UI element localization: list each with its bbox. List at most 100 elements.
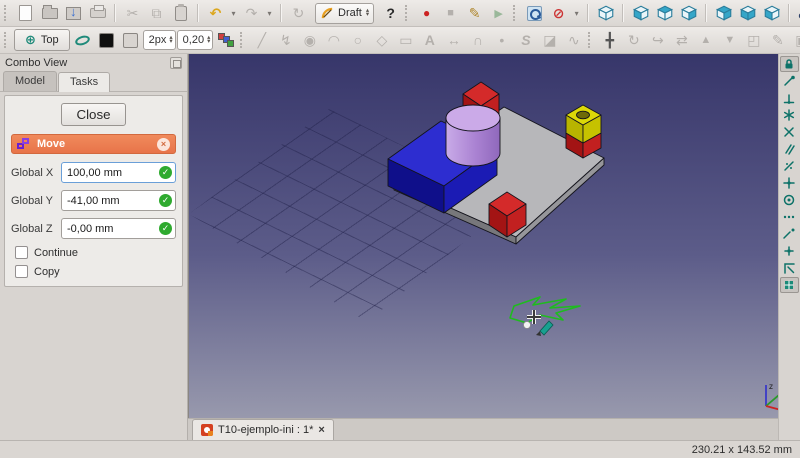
- purple-cylinder[interactable]: [445, 104, 501, 167]
- draft-move-button[interactable]: ╋: [598, 29, 621, 51]
- face-color-swatch[interactable]: [119, 29, 142, 51]
- view-left-button[interactable]: [760, 2, 783, 24]
- draft-offset-button[interactable]: ↪: [646, 29, 669, 51]
- workbench-selector[interactable]: Draft ▴ ▾: [315, 2, 375, 24]
- snap-endpoint-button[interactable]: [780, 73, 799, 89]
- toolbar-grip[interactable]: [513, 5, 518, 21]
- draft-downgrade-button[interactable]: ▼: [718, 29, 741, 51]
- snap-workingplane-button[interactable]: [780, 260, 799, 276]
- task-header-close-icon[interactable]: ×: [157, 137, 170, 151]
- view-bottom-button[interactable]: [736, 2, 759, 24]
- new-document-button[interactable]: [14, 2, 37, 24]
- close-task-button[interactable]: Close: [61, 103, 126, 126]
- snap-special-button[interactable]: [780, 243, 799, 259]
- snap-intersection-button[interactable]: [780, 124, 799, 140]
- macro-play-button[interactable]: ▶: [487, 2, 510, 24]
- snap-ortho-button[interactable]: [780, 175, 799, 191]
- toolbar-grip[interactable]: [588, 32, 593, 48]
- line-color-swatch[interactable]: [95, 29, 118, 51]
- face-color-icon: [122, 32, 138, 48]
- copy-checkbox[interactable]: [15, 265, 28, 278]
- measure-distance-button[interactable]: [795, 2, 800, 24]
- view-axonometric-button[interactable]: [594, 2, 617, 24]
- construction-mode-toggle[interactable]: [71, 29, 94, 51]
- toolbar-grip[interactable]: [4, 32, 9, 48]
- draft-upgrade-button[interactable]: ▲: [694, 29, 717, 51]
- snap-center-button[interactable]: [780, 192, 799, 208]
- macro-stop-button[interactable]: ■: [439, 2, 462, 24]
- view-rear-button[interactable]: [712, 2, 735, 24]
- macro-dialog-button[interactable]: ✎: [463, 2, 486, 24]
- valid-check-icon: ✓: [159, 194, 172, 207]
- bezier-icon: ∩: [472, 32, 483, 48]
- text-scale-spinbox[interactable]: 0,20 ▴ ▾: [176, 30, 214, 50]
- draft-rectangle-button[interactable]: ▭: [394, 29, 417, 51]
- snap-grid-button[interactable]: [780, 158, 799, 174]
- redo-button[interactable]: ↷: [240, 2, 263, 24]
- yellow-block-on-red[interactable]: [565, 104, 602, 159]
- draft-wire-button[interactable]: ↯: [274, 29, 297, 51]
- snap-extension-button[interactable]: [780, 226, 799, 242]
- snap-lock-button[interactable]: [779, 56, 799, 72]
- draft-trimex-button[interactable]: ⇄: [670, 29, 693, 51]
- view-right-button[interactable]: [677, 2, 700, 24]
- undo-dropdown[interactable]: ▾: [228, 2, 239, 24]
- draft-ellipse-button[interactable]: ○: [346, 29, 369, 51]
- snap-near-button[interactable]: [780, 209, 799, 225]
- draft-text-button[interactable]: A: [418, 29, 441, 51]
- document-tab[interactable]: T10-ejemplo-ini : 1* ×: [192, 419, 334, 440]
- save-button[interactable]: [62, 2, 85, 24]
- tab-close-icon[interactable]: ×: [318, 424, 324, 436]
- draft-polygon-button[interactable]: ◇: [370, 29, 393, 51]
- tab-tasks[interactable]: Tasks: [57, 72, 111, 92]
- dock-float-button[interactable]: [170, 56, 182, 69]
- copy-label: Copy: [34, 265, 60, 278]
- snap-angle-button[interactable]: [780, 107, 799, 123]
- line-width-spinbox[interactable]: 2px ▴ ▾: [142, 30, 176, 50]
- draft-facebinder-button[interactable]: ◪: [538, 29, 561, 51]
- toolbar-grip[interactable]: [405, 5, 410, 21]
- refresh-button[interactable]: ↻: [287, 2, 310, 24]
- green-move-wire[interactable]: [509, 296, 581, 324]
- continue-checkbox[interactable]: [15, 246, 28, 259]
- draft-dimension-button[interactable]: ↔: [442, 29, 465, 51]
- view-front-button[interactable]: [629, 2, 652, 24]
- draft-circle-button[interactable]: ◉: [298, 29, 321, 51]
- tab-model[interactable]: Model: [3, 71, 57, 91]
- fit-all-button[interactable]: [523, 2, 546, 24]
- open-button[interactable]: [38, 2, 61, 24]
- draft-bezier-button[interactable]: ∩: [466, 29, 489, 51]
- whats-this-icon: ?: [386, 5, 395, 21]
- 3d-viewport[interactable]: z Y x: [188, 54, 778, 418]
- draft-point-button[interactable]: •: [490, 29, 513, 51]
- toolbar-file: ✂ ⧉ ↶ ▾ ↷ ▾ ↻ Draft ▴▾ ? ● ■ ✎ ▶ ⊘ ▾: [0, 0, 800, 27]
- paste-button[interactable]: [169, 2, 192, 24]
- draw-style-button[interactable]: ⊘: [547, 2, 570, 24]
- draft-edit-button[interactable]: ✎: [766, 29, 789, 51]
- draft-arc-button[interactable]: ◠: [322, 29, 345, 51]
- autogroup-button[interactable]: [214, 29, 237, 51]
- whats-this-button[interactable]: ?: [379, 2, 402, 24]
- combo-view-titlebar: Combo View: [0, 54, 187, 71]
- print-button[interactable]: [86, 2, 109, 24]
- macro-record-button[interactable]: ●: [415, 2, 438, 24]
- redo-dropdown[interactable]: ▾: [264, 2, 275, 24]
- toolbar-grip[interactable]: [4, 5, 9, 21]
- draft-bspline-button[interactable]: ∿: [562, 29, 585, 51]
- draw-style-dropdown[interactable]: ▾: [571, 2, 582, 24]
- draft-shape2dview-button[interactable]: ▣: [790, 29, 800, 51]
- snap-midpoint-button[interactable]: [780, 90, 799, 106]
- cut-button[interactable]: ✂: [121, 2, 144, 24]
- toolbar-grip[interactable]: [240, 32, 245, 48]
- draft-shapestring-button[interactable]: S: [514, 29, 537, 51]
- draft-rotate-button[interactable]: ↻: [622, 29, 645, 51]
- copy-button[interactable]: ⧉: [145, 2, 168, 24]
- grid-toggle-button[interactable]: [779, 277, 799, 293]
- draft-scale-button[interactable]: ◰: [742, 29, 765, 51]
- draft-line-button[interactable]: ╱: [250, 29, 273, 51]
- undo-button[interactable]: ↶: [204, 2, 227, 24]
- snap-parallel-button[interactable]: [780, 141, 799, 157]
- view-top-button[interactable]: [653, 2, 676, 24]
- print-icon: [89, 5, 106, 18]
- working-plane-button[interactable]: ⊕ Top: [14, 29, 70, 51]
